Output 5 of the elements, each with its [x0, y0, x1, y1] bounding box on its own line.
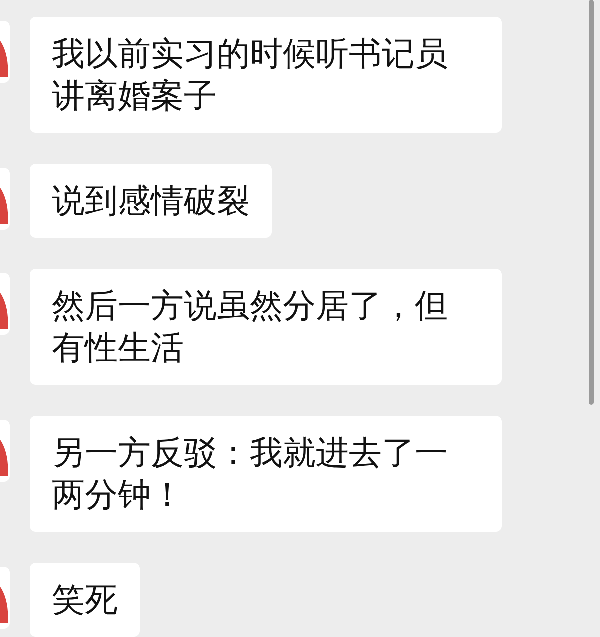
message-bubble: 然后一方说虽然分居了，但有性生活	[30, 269, 502, 385]
message-bubble: 说到感情破裂	[30, 164, 272, 238]
message-bubble: 笑死	[30, 563, 140, 637]
message-bubble: 另一方反驳：我就进去了一两分钟！	[30, 416, 502, 532]
message-bubble: 我以前实习的时候听书记员讲离婚案子	[30, 17, 502, 133]
